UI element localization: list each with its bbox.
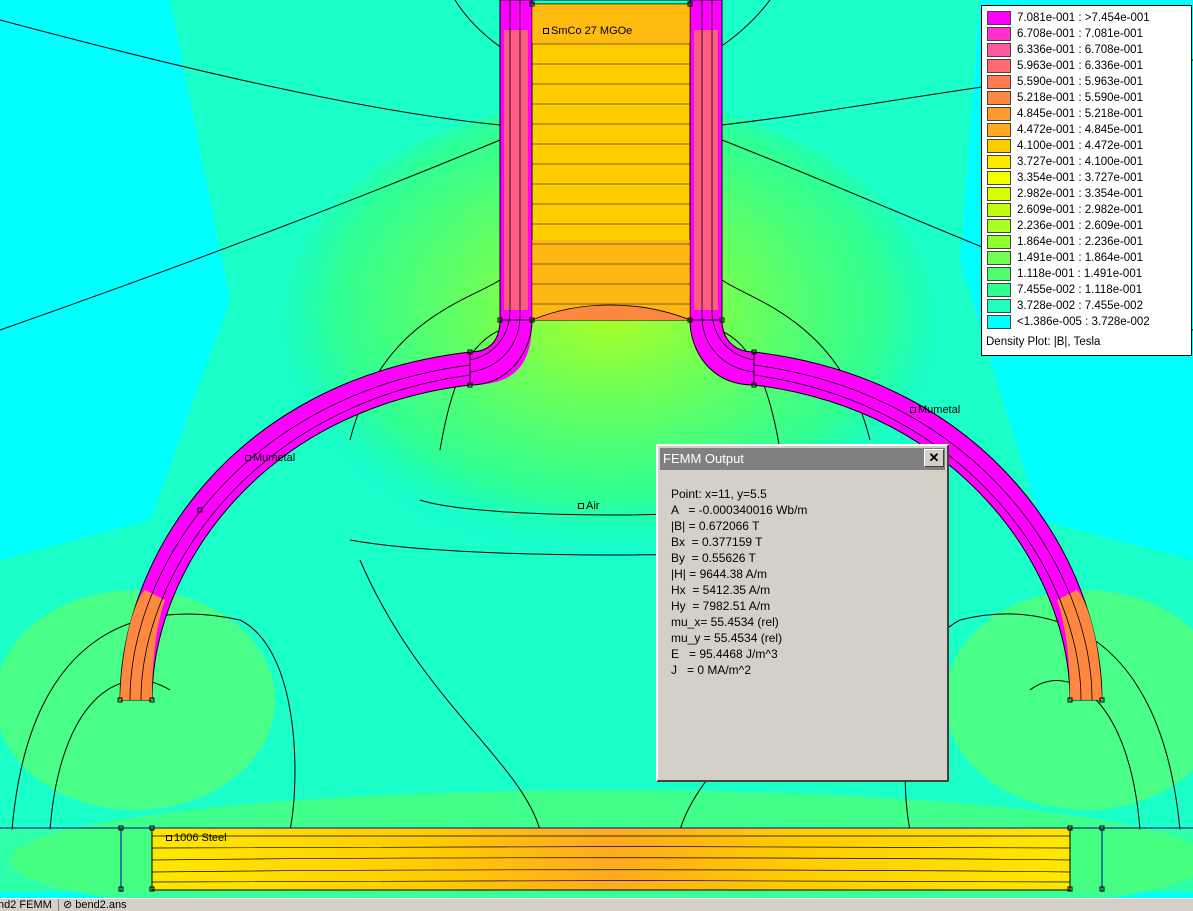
legend-swatch <box>987 187 1011 201</box>
legend-swatch <box>987 315 1011 329</box>
legend-range: 2.609e-001 : 2.982e-001 <box>1017 204 1143 216</box>
output-line: mu_x= 55.4534 (rel) <box>671 615 779 629</box>
output-line: Hx = 5412.35 A/m <box>671 583 771 597</box>
legend-swatch <box>987 203 1011 217</box>
femm-output-dialog[interactable]: FEMM Output ✕ Point: x=11, y=5.5 A = -0.… <box>656 444 949 782</box>
legend-range: 1.118e-001 : 1.491e-001 <box>1017 268 1143 280</box>
label-magnet: SmCo 27 MGOe <box>543 25 632 37</box>
legend-range: 1.864e-001 : 2.236e-001 <box>1017 236 1143 248</box>
document-tab-bar: nd2 FEMM ⊘ bend2.ans <box>0 898 1193 911</box>
legend-swatch <box>987 267 1011 281</box>
legend-range: 5.963e-001 : 6.336e-001 <box>1017 60 1143 72</box>
close-icon: ✕ <box>928 450 940 465</box>
label-mumetal-left: Mumetal <box>245 452 295 464</box>
output-line: Hy = 7982.51 A/m <box>671 599 771 613</box>
label-mumetal-right: Mumetal <box>910 404 960 416</box>
dialog-output-text: Point: x=11, y=5.5 A = -0.000340016 Wb/m… <box>671 486 807 678</box>
output-line: By = 0.55626 T <box>671 551 756 565</box>
output-line: A = -0.000340016 Wb/m <box>671 503 808 517</box>
legend-swatch <box>987 59 1011 73</box>
legend-range: 4.472e-001 : 4.845e-001 <box>1017 124 1143 136</box>
legend-swatch <box>987 219 1011 233</box>
output-line: mu_y = 55.4534 (rel) <box>671 631 783 645</box>
legend-range: 6.708e-001 : 7.081e-001 <box>1017 28 1143 40</box>
dialog-title-bar[interactable]: FEMM Output <box>660 448 945 470</box>
legend-swatch <box>987 43 1011 57</box>
legend-range: 5.590e-001 : 5.963e-001 <box>1017 76 1143 88</box>
legend-swatch <box>987 91 1011 105</box>
legend-swatch <box>987 107 1011 121</box>
legend-range: 2.982e-001 : 3.354e-001 <box>1017 188 1143 200</box>
density-legend: 7.081e-001 : >7.454e-001 6.708e-001 : 7.0… <box>981 5 1192 356</box>
output-line: |B| = 0.672066 T <box>671 519 760 533</box>
close-button[interactable]: ✕ <box>924 449 944 467</box>
legend-range: 3.354e-001 : 3.727e-001 <box>1017 172 1143 184</box>
legend-range: 7.455e-002 : 1.118e-001 <box>1017 284 1143 296</box>
legend-swatch <box>987 75 1011 89</box>
legend-swatch <box>987 235 1011 249</box>
dialog-title: FEMM Output <box>663 451 744 466</box>
legend-range: 4.100e-001 : 4.472e-001 <box>1017 140 1143 152</box>
legend-range: 3.727e-001 : 4.100e-001 <box>1017 156 1143 168</box>
output-line: Point: x=11, y=5.5 <box>671 487 767 501</box>
document-icon: ⊘ <box>63 899 76 911</box>
legend-swatch <box>987 283 1011 297</box>
legend-range: <1.386e-005 : 3.728e-002 <box>1017 316 1150 328</box>
legend-range: 4.845e-001 : 5.218e-001 <box>1017 108 1143 120</box>
output-line: J = 0 MA/m^2 <box>671 663 751 677</box>
legend-range: 3.728e-002 : 7.455e-002 <box>1017 300 1143 312</box>
legend-swatch <box>987 299 1011 313</box>
legend-swatch <box>987 27 1011 41</box>
legend-range: 7.081e-001 : >7.454e-001 <box>1017 12 1150 24</box>
legend-swatch <box>987 171 1011 185</box>
label-air: Air <box>578 500 599 512</box>
legend-range: 1.491e-001 : 1.864e-001 <box>1017 252 1143 264</box>
legend-range: 6.336e-001 : 6.708e-001 <box>1017 44 1143 56</box>
tab-ans-file[interactable]: ⊘ bend2.ans <box>58 899 131 911</box>
legend-swatch <box>987 11 1011 25</box>
legend-swatch <box>987 251 1011 265</box>
legend-swatch <box>987 139 1011 153</box>
legend-swatch <box>987 155 1011 169</box>
output-line: |H| = 9644.38 A/m <box>671 567 767 581</box>
legend-range: 2.236e-001 : 2.609e-001 <box>1017 220 1143 232</box>
output-line: E = 95.4468 J/m^3 <box>671 647 778 661</box>
legend-swatch <box>987 123 1011 137</box>
legend-range: 5.218e-001 : 5.590e-001 <box>1017 92 1143 104</box>
legend-title: Density Plot: |B|, Tesla <box>986 336 1101 348</box>
output-line: Bx = 0.377159 T <box>671 535 763 549</box>
tab-femm-window[interactable]: nd2 FEMM <box>0 899 56 911</box>
label-steel: 1006 Steel <box>166 832 227 844</box>
